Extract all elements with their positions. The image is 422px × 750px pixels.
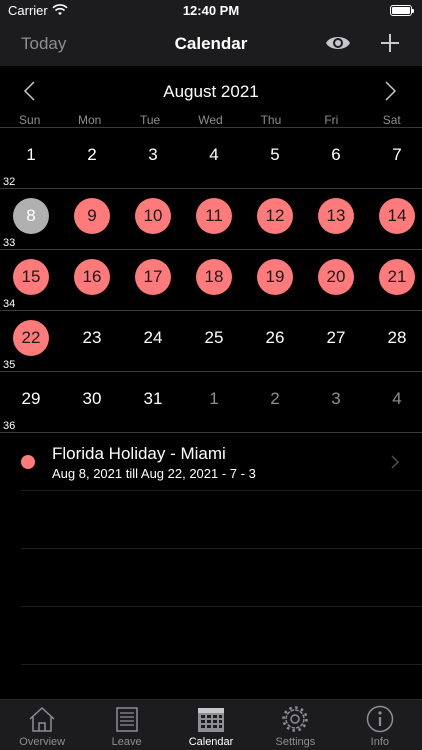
week-number: 36: [3, 420, 16, 432]
chevron-right-icon: [391, 455, 400, 469]
list-divider: [21, 548, 422, 549]
day-cell[interactable]: 20: [318, 259, 354, 295]
weekday-label: Sun: [19, 113, 41, 127]
tab-label: Leave: [111, 736, 142, 748]
weekday-label: Mon: [77, 113, 102, 127]
day-cell[interactable]: 19: [257, 259, 293, 295]
chevron-right-icon[interactable]: [384, 80, 398, 102]
week-number: 33: [3, 237, 16, 249]
weekday-label: Sat: [382, 113, 401, 127]
day-cell[interactable]: 31: [135, 381, 171, 417]
day-cell[interactable]: 12: [257, 198, 293, 234]
tab-calendar[interactable]: Calendar: [169, 700, 253, 750]
weekday-header: Sun Mon Tue Wed Thu Fri Sat: [0, 113, 422, 127]
list-divider: [21, 606, 422, 607]
tab-info[interactable]: Info: [338, 700, 422, 750]
day-cell[interactable]: 27: [318, 320, 354, 356]
info-icon: [366, 705, 394, 733]
week-row: 8 9 10 11 12 13 14 33: [0, 188, 422, 249]
house-icon: [29, 706, 55, 732]
week-number: 34: [3, 298, 16, 310]
day-cell[interactable]: 15: [13, 259, 49, 295]
day-cell[interactable]: 29: [13, 381, 49, 417]
week-number: 35: [3, 359, 16, 371]
day-cell[interactable]: 18: [196, 259, 232, 295]
document-icon: [115, 707, 138, 732]
week-number: 32: [3, 176, 16, 188]
day-cell[interactable]: 8: [13, 198, 49, 234]
day-cell[interactable]: 3: [318, 381, 354, 417]
event-dates: Aug 8, 2021 till Aug 22, 2021 - 7 - 3: [52, 466, 256, 481]
day-cell[interactable]: 30: [74, 381, 110, 417]
status-time: 12:40 PM: [182, 3, 240, 18]
day-cell[interactable]: 11: [196, 198, 232, 234]
event-color-dot: [21, 455, 35, 469]
list-divider: [21, 490, 422, 491]
screen: Carrier 12:40 PM Today Calendar August 2…: [0, 0, 422, 750]
day-cell[interactable]: 9: [74, 198, 110, 234]
weekday-label: Tue: [139, 113, 161, 127]
tab-settings[interactable]: Settings: [253, 700, 337, 750]
nav-bar: Today Calendar: [0, 22, 422, 66]
day-cell[interactable]: 5: [257, 137, 293, 173]
tab-label: Calendar: [188, 736, 234, 748]
week-row: 15 16 17 18 19 20 21 34: [0, 249, 422, 310]
day-cell[interactable]: 21: [379, 259, 415, 295]
day-cell[interactable]: 4: [196, 137, 232, 173]
status-bar: Carrier 12:40 PM: [0, 0, 422, 22]
event-title: Florida Holiday - Miami: [52, 444, 226, 463]
gear-icon: [282, 706, 309, 732]
day-cell[interactable]: 1: [196, 381, 232, 417]
week-row: 1 2 3 4 5 6 7 32: [0, 127, 422, 188]
day-cell[interactable]: 23: [74, 320, 110, 356]
day-cell[interactable]: 10: [135, 198, 171, 234]
day-cell[interactable]: 6: [318, 137, 354, 173]
day-cell[interactable]: 2: [257, 381, 293, 417]
page-title: Calendar: [174, 34, 248, 53]
day-cell[interactable]: 2: [74, 137, 110, 173]
week-row: 22 23 24 25 26 27 28 35: [0, 310, 422, 371]
event-list: Florida Holiday - Miami Aug 8, 2021 till…: [0, 432, 422, 665]
month-title: August 2021: [163, 82, 259, 101]
day-cell[interactable]: 25: [196, 320, 232, 356]
tab-bar: Overview Leave Calendar Settings Info: [0, 699, 422, 750]
day-cell[interactable]: 26: [257, 320, 293, 356]
month-header: August 2021: [0, 66, 422, 116]
weekday-label: Thu: [260, 113, 282, 127]
day-cell[interactable]: 4: [379, 381, 415, 417]
day-cell[interactable]: 17: [135, 259, 171, 295]
day-cell[interactable]: 24: [135, 320, 171, 356]
day-cell[interactable]: 1: [13, 137, 49, 173]
day-cell[interactable]: 22: [13, 320, 49, 356]
weekday-label: Fri: [324, 113, 339, 127]
day-cell[interactable]: 28: [379, 320, 415, 356]
calendar-icon: [198, 708, 225, 732]
event-item[interactable]: Florida Holiday - Miami Aug 8, 2021 till…: [0, 432, 422, 490]
list-divider: [21, 664, 422, 665]
battery-icon: [390, 5, 414, 16]
tab-label: Overview: [19, 736, 66, 748]
weekday-label: Wed: [198, 113, 223, 127]
tab-label: Settings: [275, 736, 316, 748]
tab-leave[interactable]: Leave: [84, 700, 168, 750]
tab-overview[interactable]: Overview: [0, 700, 84, 750]
tab-label: Info: [370, 736, 389, 748]
day-cell[interactable]: 16: [74, 259, 110, 295]
eye-icon[interactable]: [325, 32, 351, 54]
day-cell[interactable]: 14: [379, 198, 415, 234]
day-cell[interactable]: 13: [318, 198, 354, 234]
plus-icon[interactable]: [379, 32, 401, 54]
day-cell[interactable]: 3: [135, 137, 171, 173]
day-cell[interactable]: 7: [379, 137, 415, 173]
week-row: 29 30 31 1 2 3 4 36: [0, 371, 422, 432]
